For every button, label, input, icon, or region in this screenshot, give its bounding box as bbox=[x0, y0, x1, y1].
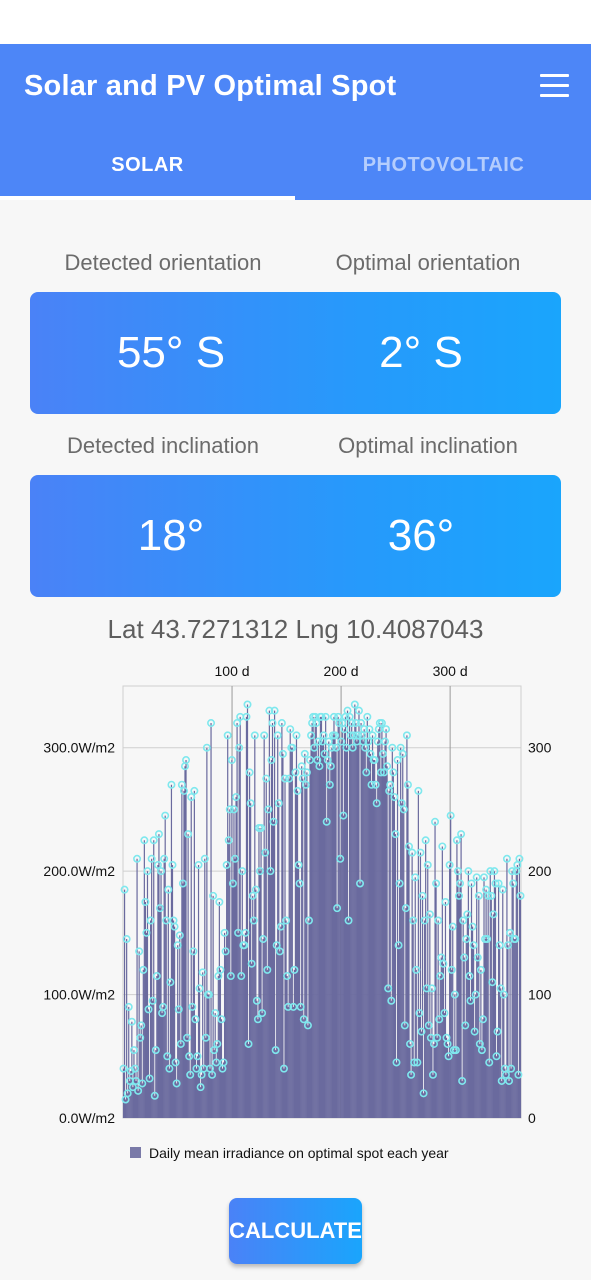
tab-photovoltaic[interactable]: PHOTOVOLTAIC bbox=[296, 130, 591, 200]
x-top-tick-label: 300 d bbox=[433, 663, 468, 679]
y-left-tick-label: 200.0W/m2 bbox=[43, 863, 115, 879]
x-top-tick-label: 100 d bbox=[215, 663, 250, 679]
app-title: Solar and PV Optimal Spot bbox=[24, 70, 397, 102]
inclination-card: 18° 36° bbox=[30, 475, 561, 597]
optimal-inclination-label: Optimal inclination bbox=[338, 433, 518, 458]
orientation-card: 55° S 2° S bbox=[30, 292, 561, 414]
optimal-inclination-value: 36° bbox=[387, 511, 455, 560]
y-right-tick-label: 100 bbox=[528, 987, 552, 1003]
y-right-tick-label: 0 bbox=[528, 1110, 536, 1126]
legend-label: Daily mean irradiance on optimal spot ea… bbox=[149, 1145, 449, 1161]
active-tab-indicator bbox=[0, 196, 295, 200]
legend-swatch bbox=[130, 1147, 141, 1158]
hamburger-menu-icon[interactable] bbox=[540, 74, 569, 98]
y-left-tick-label: 100.0W/m2 bbox=[43, 987, 115, 1003]
y-left-tick-label: 300.0W/m2 bbox=[43, 740, 115, 756]
calculate-button[interactable]: CALCULATE bbox=[229, 1198, 362, 1264]
irradiance-chart: 0.0W/m2 0 100.0W/m2 100 200.0W/m2 200 300.0W/m… bbox=[43, 663, 552, 1161]
detected-orientation-label: Detected orientation bbox=[64, 250, 262, 275]
y-right-tick-label: 200 bbox=[528, 863, 552, 879]
tab-solar[interactable]: SOLAR bbox=[0, 130, 295, 200]
app-bar: Solar and PV Optimal Spot bbox=[0, 44, 591, 130]
detected-inclination-value: 18° bbox=[137, 511, 205, 560]
status-bar bbox=[0, 0, 591, 44]
tab-bar: SOLAR PHOTOVOLTAIC bbox=[0, 130, 591, 200]
optimal-orientation-label: Optimal orientation bbox=[335, 250, 521, 275]
y-left-tick-label: 0.0W/m2 bbox=[59, 1110, 115, 1126]
location-coordinates: Lat 43.7271312 Lng 10.4087043 bbox=[107, 614, 484, 644]
x-top-tick-label: 200 d bbox=[324, 663, 359, 679]
detected-inclination-label: Detected inclination bbox=[66, 433, 259, 458]
y-right-tick-label: 300 bbox=[528, 740, 552, 756]
detected-orientation-value: 55° S bbox=[116, 328, 226, 377]
optimal-orientation-value: 2° S bbox=[379, 328, 463, 377]
